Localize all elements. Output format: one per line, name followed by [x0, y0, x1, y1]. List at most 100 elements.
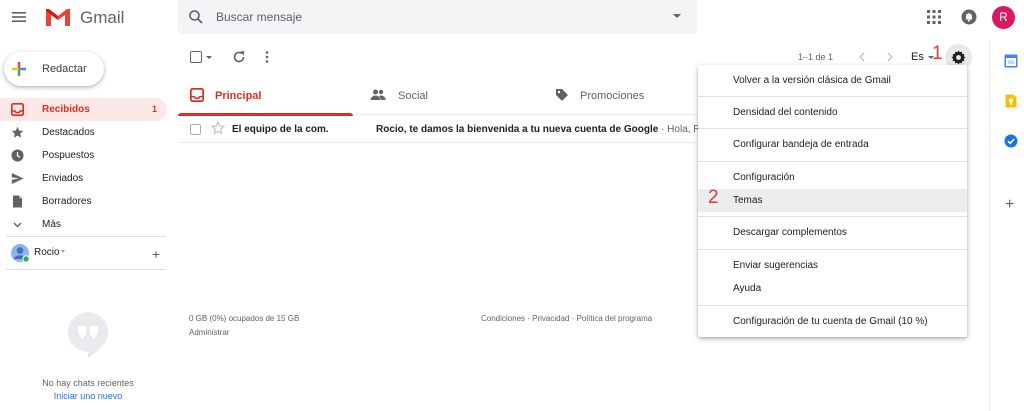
menu-item-send-feedback[interactable]: Enviar sugerencias: [698, 254, 967, 277]
sidebar-item-label: Borradores: [42, 196, 92, 207]
next-page-button[interactable]: [886, 52, 894, 62]
select-all-checkbox[interactable]: [190, 51, 202, 63]
calendar-icon[interactable]: [1004, 54, 1018, 68]
notifications-button[interactable]: [961, 9, 977, 25]
menu-item-label: Configuración: [733, 172, 795, 183]
unread-count: 1: [151, 104, 157, 114]
prev-page-button[interactable]: [858, 52, 866, 62]
account-avatar[interactable]: R: [992, 6, 1015, 29]
sidebar-item-enviados[interactable]: Enviados: [0, 167, 167, 190]
refresh-icon: [233, 51, 245, 63]
start-chat-link[interactable]: Iniciar uno nuevo: [0, 391, 176, 401]
manage-storage-link[interactable]: Administrar: [189, 328, 229, 337]
tab-social[interactable]: Social: [358, 78, 533, 115]
compose-button[interactable]: Redactar: [4, 52, 104, 86]
keep-icon[interactable]: [1004, 94, 1018, 108]
tab-label: Social: [398, 90, 428, 102]
clock-icon: [11, 149, 24, 162]
menu-divider: [698, 96, 967, 97]
menu-item-label: Configuración de tu cuenta de Gmail (10 …: [733, 316, 928, 327]
notification-bell-icon: [961, 9, 977, 25]
storage-usage: 0 GB (0%) ocupados de 15 GB: [189, 314, 300, 323]
gmail-logo[interactable]: [44, 6, 72, 28]
hangouts-icon: [68, 312, 108, 358]
menu-item-density[interactable]: Densidad del contenido: [698, 101, 967, 124]
search-icon[interactable]: [188, 9, 204, 25]
menu-item-label: Densidad del contenido: [733, 107, 838, 118]
compose-plus-icon: [12, 62, 26, 76]
menu-item-label: Ayuda: [733, 283, 762, 294]
tab-promociones[interactable]: Promociones: [543, 78, 698, 115]
menu-item-configure-inbox[interactable]: Configurar bandeja de entrada: [698, 133, 967, 156]
sidebar-item-recibidos[interactable]: Recibidos 1: [0, 98, 167, 121]
hangouts-user[interactable]: Rocio +: [10, 243, 166, 263]
apps-grid-icon: [927, 10, 941, 24]
email-row[interactable]: El equipo de la com. Rocio, te damos la …: [178, 116, 698, 143]
pagination-info: 1–1 de 1: [798, 52, 834, 62]
menu-item-account-setup[interactable]: Configuración de tu cuenta de Gmail (10 …: [698, 310, 967, 333]
menu-item-settings[interactable]: Configuración: [698, 166, 967, 189]
tab-label: Principal: [215, 90, 262, 102]
inbox-icon: [190, 88, 204, 102]
sidebar-item-label: Enviados: [42, 173, 84, 184]
star-outline-icon[interactable]: [211, 121, 225, 135]
email-sender: El equipo de la com.: [232, 124, 329, 135]
sidebar-item-mas[interactable]: Más: [0, 213, 167, 236]
email-snippet: · Hola, Ro: [661, 124, 698, 135]
menu-item-label: Volver a la versión clásica de Gmail: [733, 75, 891, 86]
tasks-icon[interactable]: [1004, 134, 1018, 148]
side-panel: +: [989, 40, 1024, 411]
hangouts-empty-icon: [66, 310, 110, 362]
sidebar-item-pospuestos[interactable]: Pospuestos: [0, 144, 167, 167]
get-addons-plus-icon[interactable]: +: [1005, 196, 1014, 214]
sidebar-divider: [6, 236, 166, 237]
user-status-caret[interactable]: [61, 250, 65, 253]
category-tabs: Principal Social Promociones: [178, 78, 698, 116]
more-vert-icon: [265, 51, 269, 63]
user-name[interactable]: Rocio: [34, 247, 60, 258]
search-input[interactable]: [216, 7, 656, 27]
menu-item-label: Configurar bandeja de entrada: [733, 139, 869, 150]
star-icon: [11, 126, 24, 138]
annotation-marker-1: 1: [932, 43, 943, 64]
sidebar-item-label: Más: [42, 219, 61, 230]
tag-icon: [556, 89, 568, 101]
tab-label: Promociones: [580, 90, 645, 102]
menu-divider: [698, 161, 967, 162]
main-menu-button[interactable]: [10, 8, 28, 26]
menu-item-themes[interactable]: Temas: [698, 189, 967, 212]
menu-item-download-addons[interactable]: Descargar complementos: [698, 221, 967, 244]
refresh-button[interactable]: [232, 50, 246, 64]
input-tools-language[interactable]: Es: [911, 51, 924, 63]
sidebar-item-borradores[interactable]: Borradores: [0, 190, 167, 213]
gmail-m-icon: [46, 9, 70, 26]
app-name: Gmail: [80, 8, 125, 27]
user-avatar-icon: [11, 244, 30, 263]
search-options-caret[interactable]: [673, 14, 681, 18]
tab-principal[interactable]: Principal: [178, 78, 353, 116]
sidebar-divider: [6, 269, 166, 270]
chevron-down-icon: [13, 222, 22, 228]
menu-item-label: Temas: [733, 195, 763, 206]
search-bar[interactable]: [178, 0, 697, 34]
menu-item-label: Enviar sugerencias: [733, 260, 819, 271]
sidebar-nav: Recibidos 1 Destacados Pospuestos Enviad…: [0, 98, 167, 236]
apps-button[interactable]: [927, 10, 941, 24]
compose-label: Redactar: [42, 63, 87, 75]
sidebar-item-label: Recibidos: [42, 104, 90, 115]
select-options-caret[interactable]: [206, 56, 212, 59]
settings-menu: Volver a la versión clásica de Gmail Den…: [698, 65, 967, 337]
more-options-button[interactable]: [263, 50, 271, 64]
menu-item-label: Descargar complementos: [733, 227, 847, 238]
menu-divider: [698, 128, 967, 129]
terms-links[interactable]: Condiciones · Privacidad · Política del …: [481, 314, 652, 323]
sidebar-item-destacados[interactable]: Destacados: [0, 121, 167, 144]
send-icon: [11, 173, 24, 184]
sidebar-item-label: Pospuestos: [42, 150, 95, 161]
inbox-icon: [11, 103, 24, 116]
email-checkbox[interactable]: [190, 124, 201, 135]
new-chat-plus-icon[interactable]: +: [152, 246, 160, 262]
menu-item-help[interactable]: Ayuda: [698, 277, 967, 300]
menu-item-classic-gmail[interactable]: Volver a la versión clásica de Gmail: [698, 69, 967, 92]
no-chats-text: No hay chats recientes: [42, 378, 134, 388]
